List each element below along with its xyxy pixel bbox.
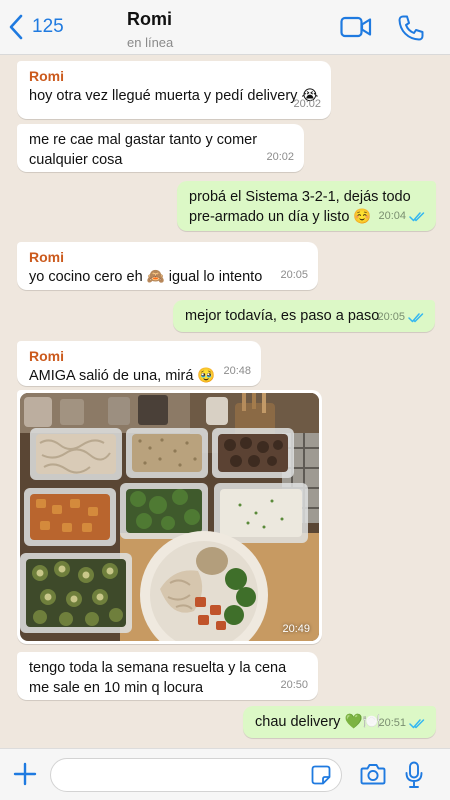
back-button[interactable]: 125 — [8, 14, 64, 40]
message-time: 20:05 — [280, 269, 308, 281]
message-time: 20:50 — [280, 679, 308, 691]
sticker-icon[interactable] — [311, 765, 331, 785]
message-outgoing[interactable]: chau delivery 💚🍽️ 20:51 — [243, 706, 436, 738]
message-time: 20:02 — [293, 98, 321, 110]
message-time: 20:49 — [282, 623, 310, 635]
message-text: hoy otra vez llegué muerta y pedí delive… — [29, 88, 319, 104]
message-incoming[interactable]: Romi hoy otra vez llegué muerta y pedí d… — [17, 61, 331, 119]
message-meta: 20:04 — [378, 206, 426, 226]
plus-icon[interactable] — [12, 761, 38, 787]
read-ticks-icon — [409, 211, 425, 221]
message-incoming[interactable]: Romi yo cocino cero eh 🙈 igual lo intent… — [17, 242, 318, 290]
message-text: me re cae mal gastar tanto y comer cualq… — [29, 132, 258, 168]
contact-info[interactable]: Romi en línea — [127, 9, 173, 50]
message-input[interactable] — [50, 758, 342, 792]
camera-icon[interactable] — [360, 763, 386, 785]
message-outgoing[interactable]: probá el Sistema 3-2-1, dejás todo pre-a… — [177, 181, 436, 231]
message-incoming[interactable]: me re cae mal gastar tanto y comer cualq… — [17, 124, 304, 172]
message-input-bar — [0, 748, 450, 800]
photo-message[interactable]: 20:49 — [17, 390, 322, 644]
message-time: 20:04 — [378, 210, 406, 222]
message-meta: 20:05 — [377, 307, 425, 327]
message-incoming[interactable]: Romi AMIGA salió de una, mirá 🥹 20:48 — [17, 341, 261, 386]
read-ticks-icon — [408, 312, 424, 322]
message-meta: 20:51 — [378, 713, 426, 733]
message-incoming[interactable]: tengo toda la semana resuelta y la cena … — [17, 652, 318, 700]
message-text: yo cocino cero eh 🙈 igual lo intento — [29, 269, 263, 285]
contact-name: Romi — [127, 9, 172, 29]
chat-header: 125 Romi en línea — [0, 0, 450, 55]
message-time: 20:05 — [377, 311, 405, 323]
message-outgoing[interactable]: mejor todavía, es paso a paso 20:05 — [173, 300, 435, 332]
unread-count: 125 — [32, 16, 64, 37]
microphone-icon[interactable] — [404, 761, 424, 789]
contact-status: en línea — [127, 35, 174, 50]
message-time: 20:48 — [223, 365, 251, 377]
meal-prep-photo[interactable]: 20:49 — [20, 393, 319, 641]
message-time: 20:51 — [378, 717, 406, 729]
message-text: AMIGA salió de una, mirá 🥹 — [29, 368, 216, 384]
sender-name: Romi — [29, 348, 64, 364]
sender-name: Romi — [29, 249, 64, 265]
sender-name: Romi — [29, 68, 64, 84]
chevron-left-icon — [9, 14, 23, 40]
message-text: tengo toda la semana resuelta y la cena … — [29, 660, 287, 696]
read-ticks-icon — [409, 718, 425, 728]
message-time: 20:02 — [266, 151, 294, 163]
chat-area[interactable]: Romi hoy otra vez llegué muerta y pedí d… — [0, 56, 450, 748]
phone-icon[interactable] — [397, 14, 425, 42]
video-call-icon[interactable] — [340, 14, 372, 40]
